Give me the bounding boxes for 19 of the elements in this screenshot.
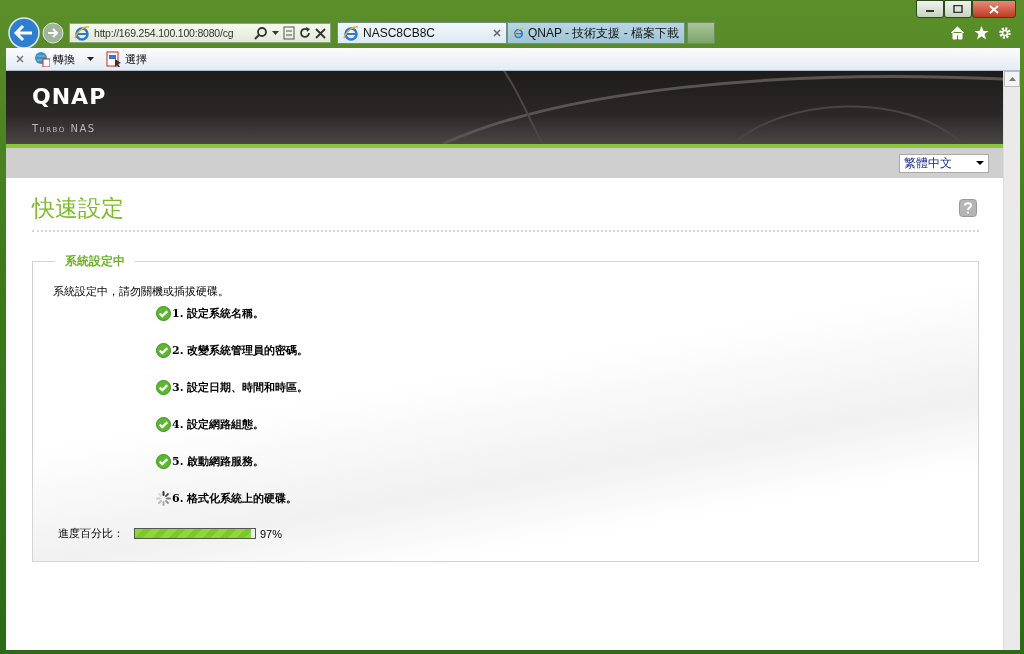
logo: QNAP (32, 85, 107, 109)
browser-tab[interactable]: NASC8CB8C (337, 22, 507, 44)
step-text: 5. 啟動網路服務。 (172, 453, 265, 469)
browser-tab[interactable]: QNAP - 技術支援 - 檔案下載 (507, 22, 685, 44)
notice-text: 系統設定中，請勿關機或插拔硬碟。 (53, 284, 230, 299)
step-text: 6. 格式化系統上的硬碟。 (172, 490, 298, 506)
panel-legend: 系統設定中 (55, 253, 135, 270)
page-title: 快速設定 (32, 193, 124, 223)
select-button[interactable]: 選擇 (104, 51, 149, 67)
step-text: 1. 設定系統名稱。 (172, 305, 265, 321)
step-text: 2. 改變系統管理員的密碼。 (172, 342, 309, 358)
step-text: 3. 設定日期、時間和時區。 (172, 379, 309, 395)
address-bar[interactable]: http://169.254.100.100:8080/cg (69, 23, 331, 43)
logo-subtitle: Turbo NAS (32, 123, 97, 134)
progress-percent: 97% (260, 527, 283, 540)
language-dropdown[interactable]: 繁體中文 (899, 153, 989, 173)
progress-label: 進度百分比： (58, 526, 124, 541)
step-text: 4. 設定網路組態。 (172, 416, 265, 432)
convert-button[interactable]: 轉換 (32, 51, 77, 67)
